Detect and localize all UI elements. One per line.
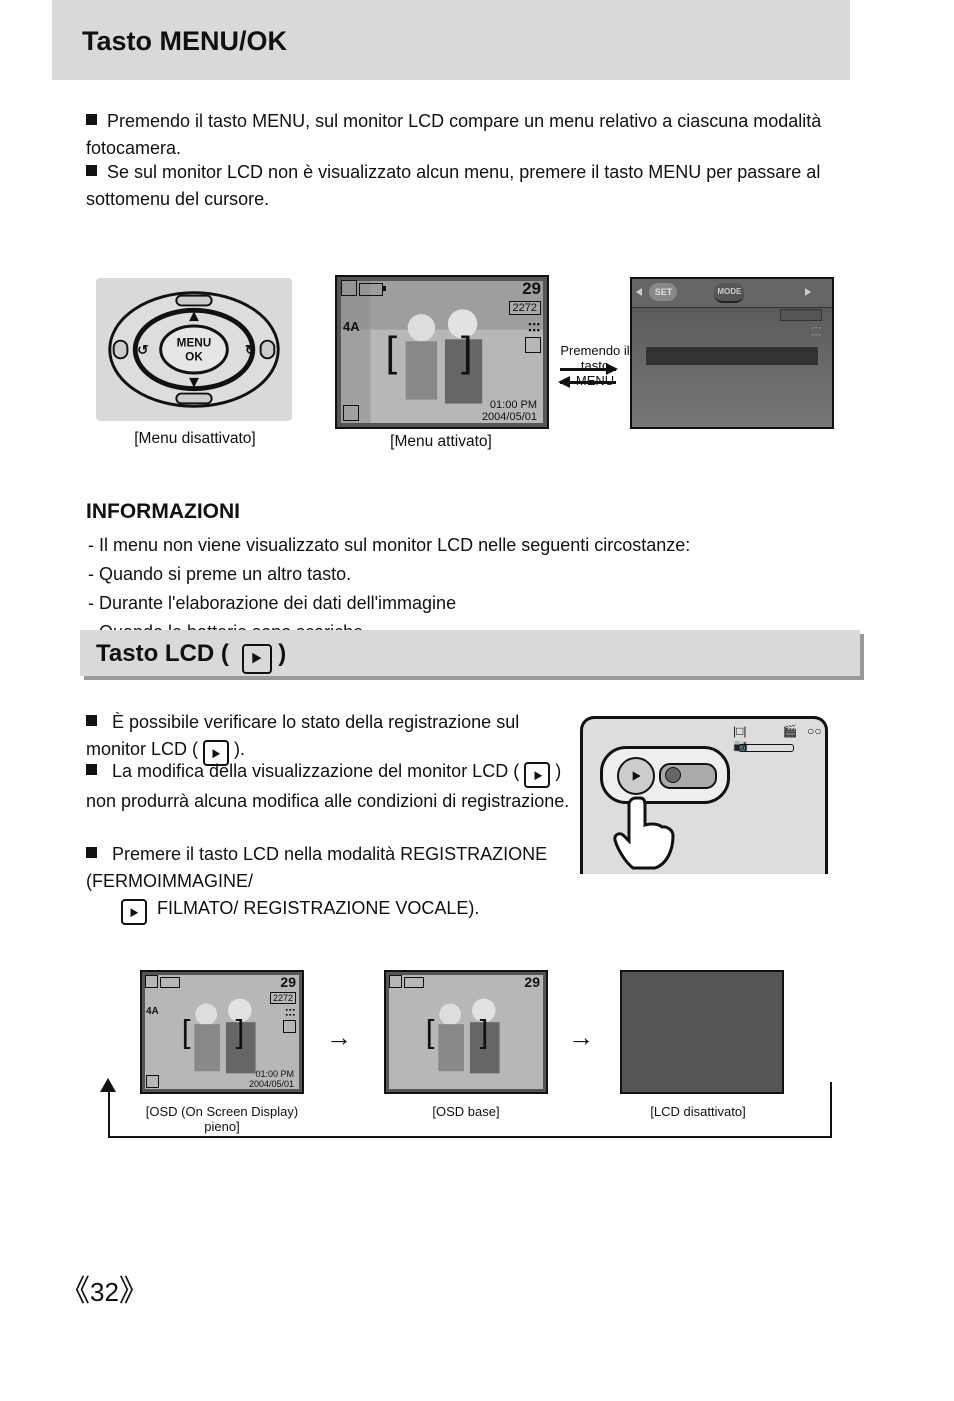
information-block: INFORMAZIONI - Il menu non viene visuali… xyxy=(86,500,856,648)
camera-mode-icon xyxy=(389,975,402,988)
svg-text:↺: ↺ xyxy=(137,342,148,357)
info-line-1: - Il menu non viene visualizzato sul mon… xyxy=(86,532,856,559)
section2-title-bar: Tasto LCD ( ) xyxy=(80,630,860,676)
hand-pointer-icon xyxy=(610,794,682,875)
resolution-box: 2272 xyxy=(509,301,541,315)
section2-bullet-2: La modifica della visualizzazione del mo… xyxy=(86,758,576,815)
shots-remaining: 29 xyxy=(280,974,296,990)
section-title: Tasto MENU/OK xyxy=(52,0,850,57)
movie-icon: 🎬 xyxy=(783,724,798,738)
focus-bracket-icon: [ ] xyxy=(426,1014,507,1051)
bullet-square-icon xyxy=(86,847,97,858)
grid-pill-icon xyxy=(779,283,797,301)
flash-icon: 4A xyxy=(343,319,360,334)
caption-menu-off-left: [Menu disattivato] xyxy=(105,430,285,448)
play-button[interactable] xyxy=(617,757,655,795)
battery-icon xyxy=(160,977,180,988)
triangle-right-icon xyxy=(805,288,811,296)
play-icon xyxy=(524,762,550,788)
menu-screen-figure: SET MODE ▪▪▪▪▪▪ xyxy=(630,277,834,429)
bullet-square-icon xyxy=(86,715,97,726)
bullet-1-text: Premendo il tasto MENU, sul monitor LCD … xyxy=(86,111,821,158)
resolution-box: 2272 xyxy=(270,992,296,1004)
sub-grid-icon: ▪▪▪▪▪▪ xyxy=(812,325,822,339)
loop-connector xyxy=(108,1096,832,1138)
caption-menu-on: [Menu attivato] xyxy=(336,433,546,451)
bullet-square-icon xyxy=(86,165,97,176)
mode-pill: MODE xyxy=(714,283,744,303)
lcd-mode-cycle: 29 2272 ▪▪▪▪▪▪ 4A [ ] 01:00 PM2004/05/01 xyxy=(140,970,304,1094)
disp-icon: |□| xyxy=(733,724,746,738)
bullet-2-text: Se sul monitor LCD non è visualizzato al… xyxy=(86,162,820,209)
bullet-1: Premendo il tasto MENU, sul monitor LCD … xyxy=(86,108,846,162)
timestamp: 01:00 PM2004/05/01 xyxy=(482,399,537,423)
voice-icon: ○○ xyxy=(807,724,822,738)
section2-title: Tasto LCD ( ) xyxy=(80,630,860,674)
info-line-3: - Durante l'elaborazione dei dati dell'i… xyxy=(86,590,856,617)
bullet-2: Se sul monitor LCD non è visualizzato al… xyxy=(86,159,846,213)
flash-icon: 4A xyxy=(146,1006,159,1017)
lcd-full-osd: 29 2272 ▪▪▪▪▪▪ 4A [ ] 01:00 PM2004/05/01 xyxy=(140,970,304,1094)
camera-mode-icon xyxy=(145,975,158,988)
menu-desc-strip xyxy=(646,347,818,365)
battery-icon xyxy=(404,977,424,988)
triangle-left-icon xyxy=(636,288,642,296)
caption-press-menu: Premendo il tasto MENU xyxy=(560,343,630,388)
mode-slider[interactable] xyxy=(659,763,717,789)
shots-remaining: 29 xyxy=(524,974,540,990)
battery-icon xyxy=(359,283,383,296)
camera-mode-icon xyxy=(341,280,357,296)
set-pill: SET xyxy=(649,283,677,301)
page-number: 《32》 xyxy=(60,1266,149,1310)
information-header: INFORMAZIONI xyxy=(86,500,856,524)
lcd-preview-figure: 29 2272 ▪▪▪▪▪▪ 4A [ ] 01:00 PM2004/05/01 xyxy=(335,275,549,429)
meter-icon xyxy=(283,1020,296,1033)
face-pill-icon xyxy=(686,283,706,301)
camera-back-illustration: |□| 🎬 ○○ 📷 xyxy=(580,704,828,874)
timestamp: 01:00 PM2004/05/01 xyxy=(249,1069,294,1089)
drive-mode-icon xyxy=(343,405,359,421)
information-text: - Il menu non viene visualizzato sul mon… xyxy=(86,532,856,646)
section-title-bar: Tasto MENU/OK xyxy=(52,0,850,80)
mode-slider-track xyxy=(738,744,794,752)
menu-top-bar: SET MODE xyxy=(632,279,832,308)
info-line-2: - Quando si preme un altro tasto. xyxy=(86,561,856,588)
play-icon xyxy=(242,644,272,674)
shots-remaining: 29 xyxy=(522,279,541,299)
focus-bracket-icon: [ ] xyxy=(385,328,498,376)
drive-mode-icon xyxy=(146,1075,159,1088)
lcd-basic-osd: 29 [ ] xyxy=(384,970,548,1094)
quality-dots-icon: ▪▪▪▪▪▪ xyxy=(528,321,541,333)
loop-arrow-up-icon xyxy=(100,1078,116,1092)
arrow-right-icon: → xyxy=(326,1022,352,1053)
meter-icon xyxy=(525,337,541,353)
arrow-right-icon: → xyxy=(568,1022,594,1053)
bullet-square-icon xyxy=(86,764,97,775)
lcd-off xyxy=(620,970,784,1094)
menu-label: MENU xyxy=(177,337,212,350)
svg-text:↻: ↻ xyxy=(245,342,256,357)
bullet-square-icon xyxy=(86,114,97,125)
sub-bar xyxy=(780,309,822,321)
menu-ok-button-figure: MENU OK ↺ ↻ xyxy=(96,278,292,421)
sound-pill-icon xyxy=(753,283,771,301)
play-icon xyxy=(121,899,147,925)
ok-label: OK xyxy=(185,350,203,363)
quality-dots-icon: ▪▪▪▪▪▪ xyxy=(286,1008,296,1018)
focus-bracket-icon: [ ] xyxy=(182,1014,263,1051)
